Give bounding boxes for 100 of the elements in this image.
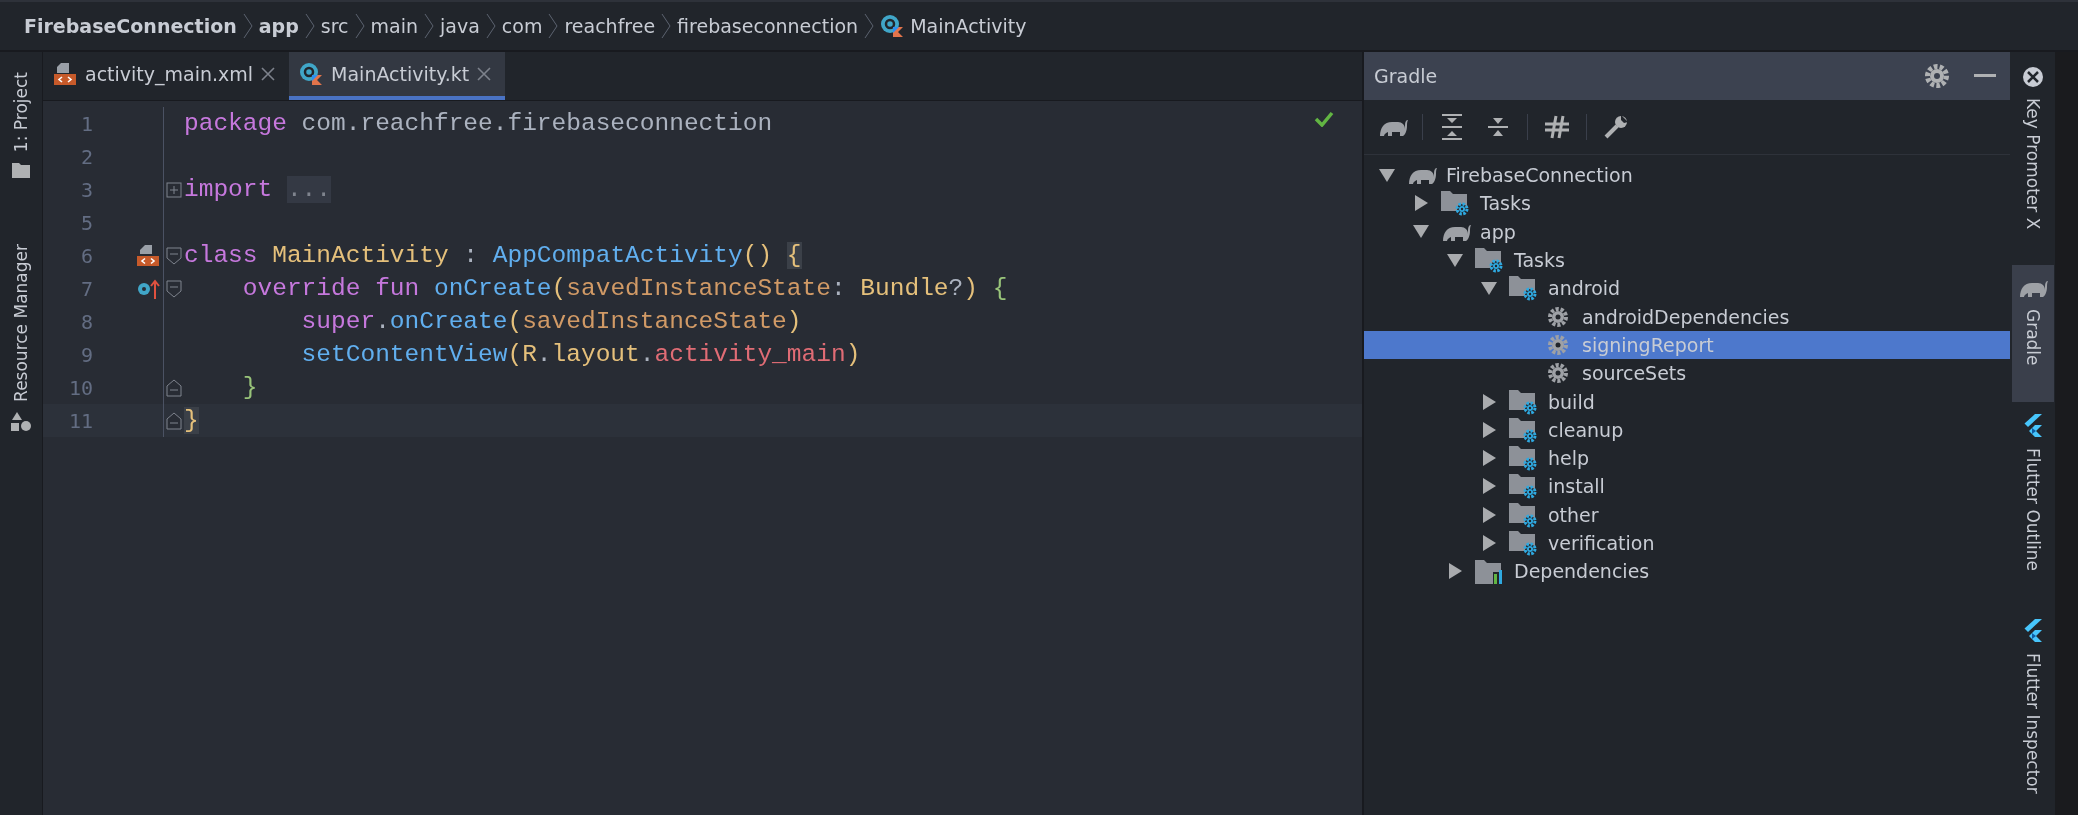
chevron-icon [864,13,875,39]
tree-item[interactable]: cleanup [1364,415,2010,444]
tree-item-label: androidDependencies [1582,305,1790,328]
code-line: } [241,374,258,401]
layout-file-icon [136,243,160,268]
gear-icon [1547,362,1569,385]
fold-end-icon[interactable] [166,378,182,397]
task-folder-icon [1509,472,1539,501]
expand-all-icon [1440,114,1464,140]
tree-item[interactable]: Dependencies [1364,557,2010,586]
tool-window-tab[interactable]: Gradle [2011,265,2054,402]
task-folder-icon [1509,500,1539,529]
kotlin-class-icon [880,14,905,38]
tree-item-label: Tasks [1514,249,1565,272]
close-icon[interactable] [261,67,276,81]
code-line: class MainActivity : AppCompatActivity() { [184,242,802,269]
tree-item-label: help [1548,447,1590,470]
breadcrumb[interactable]: reachfree [564,15,656,37]
code-line: override fun onCreate(savedInstanceState: Bundle?) { [241,275,1008,302]
code-line: super.onCreate(savedInstanceState) [300,308,802,335]
tool-window-tab[interactable]: Flutter Inspector [2016,606,2049,798]
tree-item-label: Tasks [1480,192,1531,215]
chevron-icon [242,13,253,39]
breadcrumb[interactable]: MainActivity [880,14,1027,38]
tool-window-tab[interactable]: 1: Project [5,60,37,199]
tree-item[interactable]: build [1364,387,2010,416]
tool-window-tab[interactable]: Flutter Outline [2016,401,2049,607]
tree-item-label: other [1548,503,1599,526]
tree-item-label: install [1548,475,1605,498]
flutter-icon [2022,618,2043,643]
tree-item-label: verification [1548,532,1655,554]
line-number: 10 [67,375,94,400]
override-icon [136,277,160,300]
tree-item-label: Dependencies [1514,560,1650,583]
line-number: 3 [79,177,94,202]
breadcrumb[interactable]: FirebaseConnection [24,15,237,37]
gear-icon [1547,305,1569,328]
breadcrumb[interactable]: src [320,15,349,37]
tree-item-label: signingReport [1582,333,1714,356]
tree-item[interactable]: Tasks [1364,245,2010,275]
tree-item[interactable]: install [1364,472,2010,501]
line-number: 1 [79,111,94,136]
dependencies-folder-icon [1475,558,1505,585]
expand-fold-icon[interactable] [166,181,182,198]
tree-item[interactable]: Tasks [1364,189,2010,218]
task-folder-icon [1509,415,1539,444]
gear-icon [1547,333,1569,356]
breadcrumb[interactable]: firebaseconnection [677,15,859,37]
checkmark-icon [1314,111,1334,127]
tree-item[interactable]: other [1364,500,2010,529]
close-icon[interactable] [477,67,492,81]
editor-tab[interactable]: MainActivity.kt [289,52,506,100]
key-promoter-icon [2021,66,2044,88]
line-number: 5 [79,210,94,235]
breadcrumb[interactable]: app [258,15,299,37]
wrench-icon [1603,114,1629,140]
tree-item[interactable]: android [1364,274,2010,303]
line-number: 11 [67,408,94,433]
chevron-icon [548,13,559,39]
code-line: setContentView(R.layout.activity_main) [300,341,861,368]
tree-item-label: app [1480,220,1516,243]
tree-item-label: cleanup [1548,418,1624,441]
folder-icon [12,162,30,179]
task-folder-icon [1509,444,1539,473]
flutter-icon [2022,413,2043,438]
tree-item[interactable]: verification [1364,528,2010,558]
task-folder-icon [1509,387,1539,416]
collapse-fold-icon[interactable] [166,279,182,298]
line-number: 8 [79,309,94,334]
xml-file-icon [53,62,77,86]
tree-item-label: sourceSets [1582,362,1687,385]
editor-tab[interactable]: activity_main.xml [43,52,290,100]
minimize-icon[interactable] [1974,74,1996,78]
code-line: package com.reachfree.firebaseconnection [184,110,773,137]
tree-item[interactable]: sourceSets [1364,359,2010,388]
tool-window-tab[interactable]: Key Promoter X [2015,54,2050,266]
breadcrumb[interactable]: com [501,15,543,37]
task-folder-icon [1441,189,1471,218]
tree-item-label: android [1548,277,1621,300]
chevron-icon [354,13,365,39]
tree-item-label: FirebaseConnection [1446,164,1633,187]
chevron-icon [304,13,315,39]
tree-item-label: build [1548,390,1595,413]
chevron-icon [661,13,672,39]
shapes-icon [11,412,31,432]
task-folder-icon [1475,246,1505,275]
tree-item[interactable]: app [1364,217,2010,246]
kotlin-class-icon [299,62,324,86]
tree-item[interactable]: androidDependencies [1364,302,2010,331]
settings-icon[interactable] [1924,63,1950,89]
line-number: 2 [79,144,94,169]
tree-item[interactable]: FirebaseConnection [1364,161,2010,190]
tool-window-tab[interactable]: Resource Manager [5,232,37,452]
line-number: 7 [79,276,94,301]
task-folder-icon [1509,529,1539,557]
breadcrumb[interactable]: main [370,15,418,37]
fold-end-icon[interactable] [166,411,182,430]
tree-item[interactable]: help [1364,443,2010,473]
breadcrumb[interactable]: java [440,15,480,37]
collapse-fold-icon[interactable] [166,246,182,265]
